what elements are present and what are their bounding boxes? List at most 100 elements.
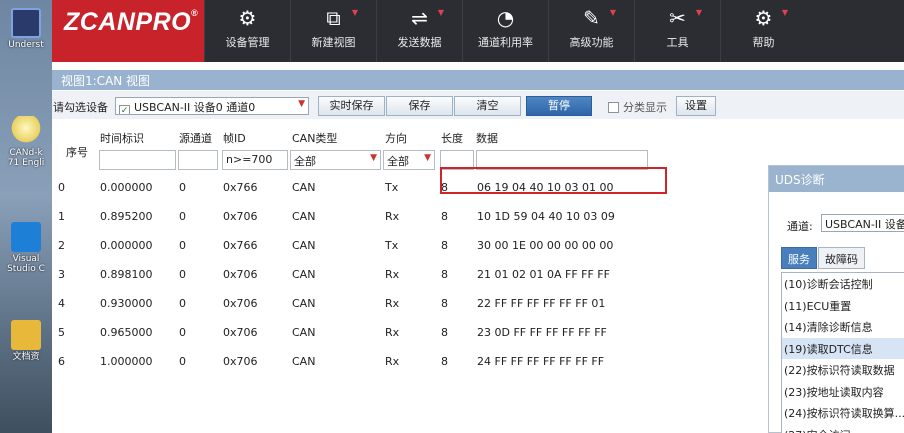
toolbar-help-button[interactable]: ⚙ ▼ 帮助: [720, 0, 806, 62]
device-manage-icon: ⚙: [238, 6, 257, 30]
desktop-shortcut-vscode[interactable]: Visual Studio C: [4, 222, 48, 274]
vscode-icon: [11, 222, 41, 252]
toolbar-label: 工具: [666, 36, 689, 49]
cell-src: 0: [179, 355, 186, 368]
cell-data: 10 1D 59 04 40 10 03 09: [477, 210, 615, 223]
column-header-time[interactable]: 时间标识: [100, 130, 144, 146]
save-button[interactable]: 保存: [386, 96, 453, 116]
column-header-source-channel[interactable]: 源通道: [179, 130, 212, 146]
cell-id: 0x706: [223, 326, 258, 339]
desktop-shortcut-label: Underst: [8, 40, 44, 50]
cell-type: CAN: [292, 181, 316, 194]
cell-len: 8: [441, 355, 448, 368]
understand-app-icon: [11, 8, 41, 38]
cell-src: 0: [179, 326, 186, 339]
uds-service-item[interactable]: (11)ECU重置: [782, 295, 904, 317]
device-select-value: USBCAN-II 设备0 通道0: [134, 101, 256, 114]
cell-data: 30 00 1E 00 00 00 00 00: [477, 239, 614, 252]
toolbar-new-view-button[interactable]: ⧉ ▼ 新建视图: [290, 0, 376, 62]
control-bar: 请勾选设备 ✓ USBCAN-II 设备0 通道0 ▼ 实时保存 保存 清空 暂停 …: [52, 91, 904, 119]
table-row[interactable]: 6 1.000000 0 0x706 CAN Rx 8 24 FF FF FF FF FF F…: [52, 352, 752, 372]
uds-service-item[interactable]: (14)清除诊断信息: [782, 316, 904, 338]
filter-frame-id-input[interactable]: n>=700: [222, 150, 288, 170]
cell-src: 0: [179, 210, 186, 223]
toolbar-device-manage-button[interactable]: ⚙ 设备管理: [204, 0, 290, 62]
filter-direction-select[interactable]: 全部 ▼: [383, 150, 435, 170]
cell-len: 8: [441, 297, 448, 310]
help-icon: ⚙: [754, 6, 773, 30]
cell-type: CAN: [292, 239, 316, 252]
desktop-shortcut-docs[interactable]: 文档资: [4, 320, 48, 362]
toolbar-label: 高级功能: [569, 36, 614, 49]
cell-src: 0: [179, 297, 186, 310]
uds-service-item[interactable]: (24)按标识符读取换算...: [782, 402, 904, 424]
classify-toggle[interactable]: 分类显示: [608, 99, 667, 115]
desktop-shortcut-cand[interactable]: CANd-k 71 Engli: [4, 116, 48, 168]
brand-name: ZCANPRO: [64, 8, 192, 36]
uds-service-item[interactable]: (22)按标识符读取数据: [782, 359, 904, 381]
cell-data: 24 FF FF FF FF FF FF FF: [477, 355, 605, 368]
toolbar-advanced-button[interactable]: ✎ ▼ 高级功能: [548, 0, 634, 62]
cell-data: 21 01 02 01 0A FF FF FF: [477, 268, 610, 281]
cell-len: 8: [441, 326, 448, 339]
cell-time: 0.965000: [100, 326, 153, 339]
cell-len: 8: [441, 268, 448, 281]
table-row[interactable]: 2 0.000000 0 0x766 CAN Tx 8 30 00 1E 00 00 00 0…: [52, 236, 752, 256]
view-title: 视图1:CAN 视图: [61, 74, 151, 88]
filter-can-type-select[interactable]: 全部 ▼: [290, 150, 381, 170]
column-header-data[interactable]: 数据: [476, 130, 498, 146]
cell-data: 22 FF FF FF FF FF FF 01: [477, 297, 606, 310]
realtime-save-button[interactable]: 实时保存: [318, 96, 385, 116]
cell-dir: Rx: [385, 268, 400, 281]
clear-button[interactable]: 清空: [454, 96, 521, 116]
classify-checkbox[interactable]: [608, 102, 619, 113]
cell-type: CAN: [292, 326, 316, 339]
table-row[interactable]: 3 0.898100 0 0x706 CAN Rx 8 21 01 02 01 0A FF F…: [52, 265, 752, 285]
uds-service-item[interactable]: (23)按地址读取内容: [782, 381, 904, 403]
uds-channel-label: 通道:: [787, 220, 813, 233]
uds-channel-select[interactable]: USBCAN-II 设备: [821, 214, 904, 232]
cell-type: CAN: [292, 297, 316, 310]
uds-channel-value: USBCAN-II 设备: [825, 218, 904, 231]
cell-seq: 2: [58, 239, 65, 252]
uds-service-item[interactable]: (19)读取DTC信息: [782, 337, 904, 359]
chevron-down-icon: ▼: [370, 153, 377, 163]
filter-source-input[interactable]: [178, 150, 218, 170]
cell-time: 0.895200: [100, 210, 153, 223]
column-header-length[interactable]: 长度: [441, 130, 463, 146]
column-header-seq[interactable]: 序号: [66, 144, 88, 160]
device-checkbox[interactable]: ✓: [119, 105, 130, 114]
cell-id: 0x766: [223, 181, 258, 194]
table-row[interactable]: 5 0.965000 0 0x706 CAN Rx 8 23 0D FF FF FF FF F…: [52, 323, 752, 343]
cell-len: 8: [441, 210, 448, 223]
new-view-icon: ⧉: [326, 6, 341, 30]
cell-dir: Tx: [385, 181, 399, 194]
table-row[interactable]: 1 0.895200 0 0x706 CAN Rx 8 10 1D 59 04 40 10 0…: [52, 207, 752, 227]
column-header-frame-id[interactable]: 帧ID: [223, 130, 246, 146]
uds-service-item[interactable]: (27)安全访问: [782, 424, 904, 433]
desktop-shortcut-understand[interactable]: Underst: [4, 8, 48, 50]
toolbar-send-data-button[interactable]: ⇌ ▼ 发送数据: [376, 0, 462, 62]
device-select[interactable]: ✓ USBCAN-II 设备0 通道0 ▼: [115, 97, 309, 115]
toolbar-tools-button[interactable]: ✂ ▼ 工具: [634, 0, 720, 62]
column-header-can-type[interactable]: CAN类型: [292, 130, 337, 146]
table-row[interactable]: 4 0.930000 0 0x706 CAN Rx 8 22 FF FF FF FF FF F…: [52, 294, 752, 314]
dropdown-arrow-icon: ▼: [781, 8, 788, 17]
cell-src: 0: [179, 181, 186, 194]
uds-service-item[interactable]: (10)诊断会话控制: [782, 273, 904, 295]
cell-id: 0x706: [223, 268, 258, 281]
chevron-down-icon: ▼: [298, 99, 305, 109]
tab-fault-code[interactable]: 故障码: [818, 247, 865, 269]
pause-button[interactable]: 暂停: [526, 96, 592, 116]
device-select-label: 请勾选设备: [53, 101, 108, 114]
filter-direction-value: 全部: [387, 155, 409, 168]
toolbar-channel-usage-button[interactable]: ◔ 通道利用率: [462, 0, 548, 62]
settings-button[interactable]: 设置: [676, 96, 716, 116]
toolbar-label: 帮助: [752, 36, 775, 49]
cell-seq: 6: [58, 355, 65, 368]
filter-time-input[interactable]: [99, 150, 176, 170]
dropdown-arrow-icon: ▼: [695, 8, 702, 17]
tab-service[interactable]: 服务: [781, 247, 817, 269]
column-header-direction[interactable]: 方向: [385, 130, 407, 146]
uds-tab-bar: 服务 故障码: [781, 247, 866, 269]
